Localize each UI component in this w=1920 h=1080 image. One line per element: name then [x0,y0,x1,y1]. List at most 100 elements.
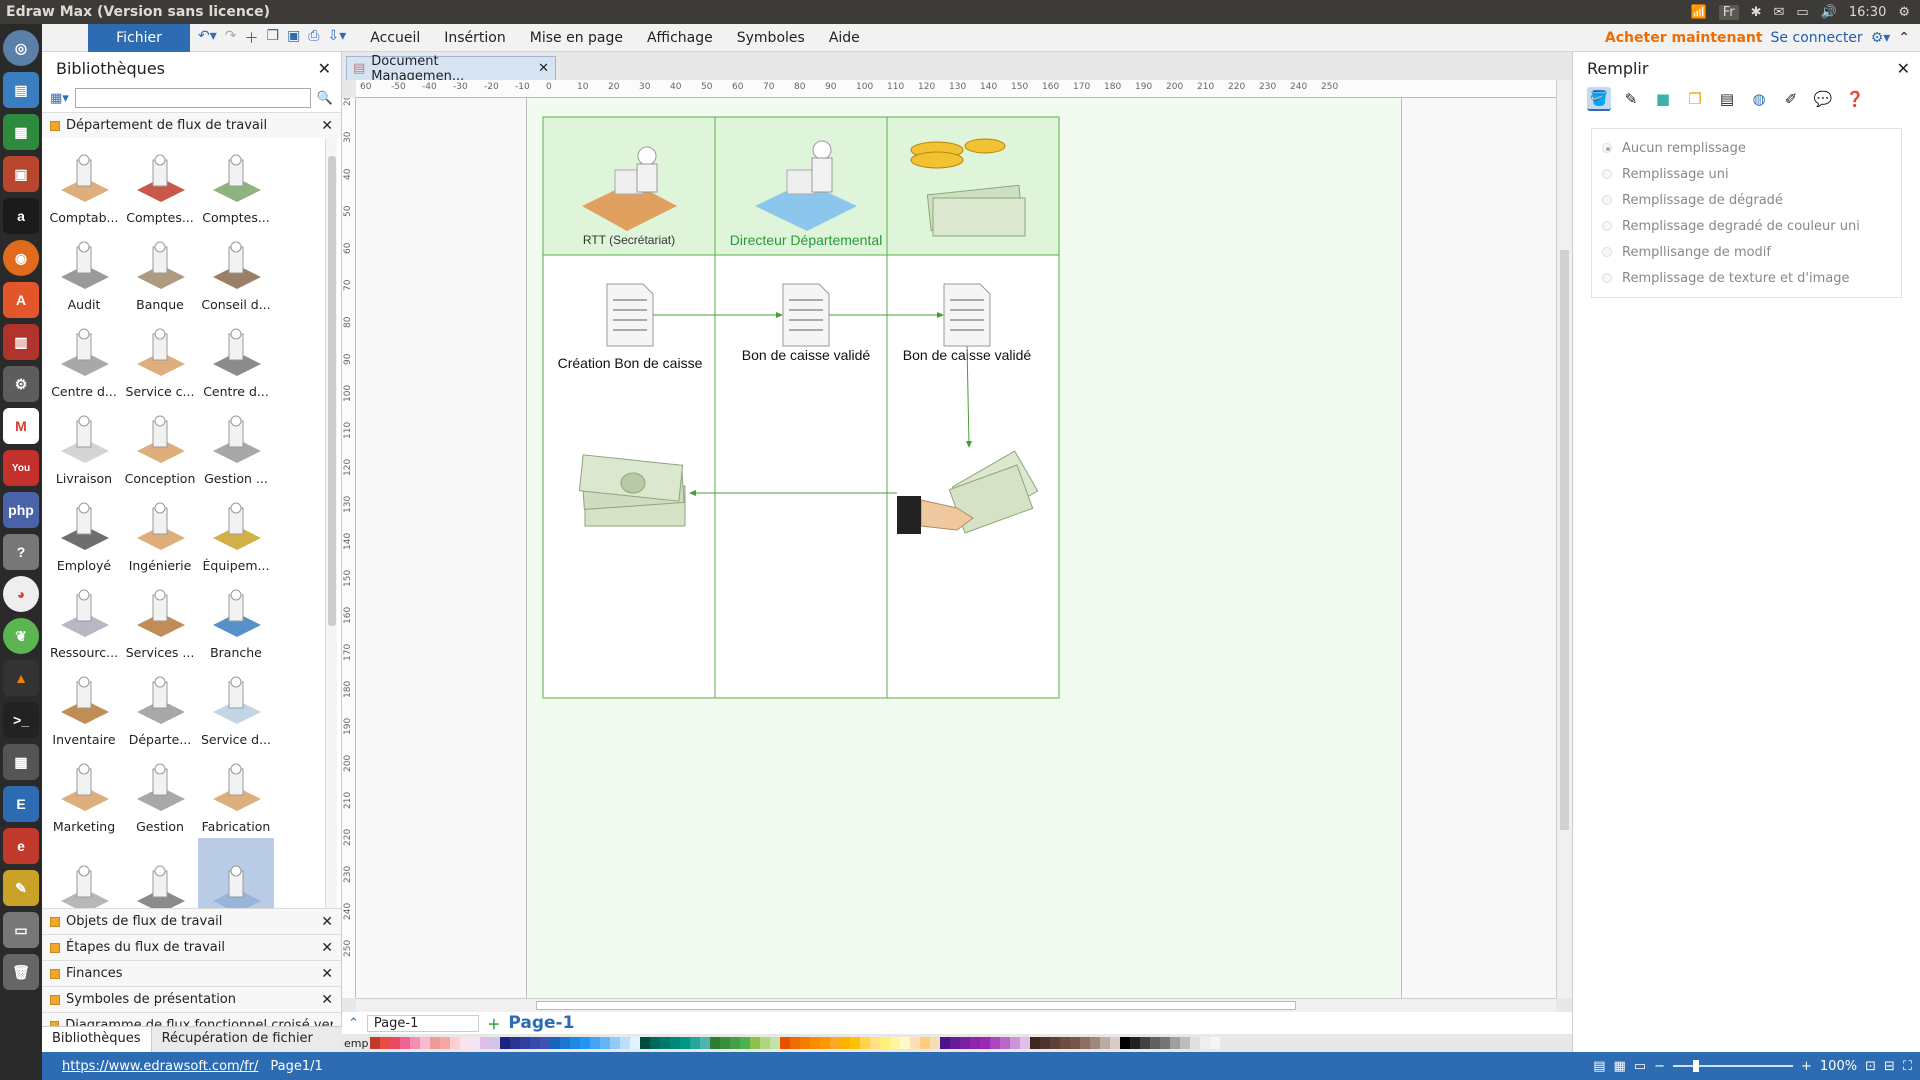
menu-symbols[interactable]: Symboles [737,30,805,46]
close-icon[interactable]: ✕ [321,966,333,982]
website-link[interactable]: https://www.edrawsoft.com/fr/ [62,1059,258,1074]
bluetooth-icon[interactable]: ✱ [1751,5,1762,20]
color-swatch[interactable] [900,1037,911,1049]
color-swatch[interactable] [650,1037,661,1049]
color-swatch[interactable] [660,1037,671,1049]
login-link[interactable]: Se connecter [1771,30,1863,46]
php-icon[interactable]: php [3,492,39,528]
new-icon[interactable]: ＋ [245,28,259,48]
color-swatch[interactable] [960,1037,971,1049]
color-swatch[interactable] [820,1037,831,1049]
app-icon[interactable]: e [3,828,39,864]
radio-button[interactable] [1602,143,1612,153]
line-pen-icon[interactable]: ✎ [1619,87,1643,111]
document-shape-3[interactable] [943,283,991,347]
tab-libraries[interactable]: Bibliothèques [42,1027,152,1052]
color-swatch[interactable] [810,1037,821,1049]
library-shape[interactable]: Employé [46,490,122,577]
color-swatch[interactable] [880,1037,891,1049]
color-swatch[interactable] [1040,1037,1051,1049]
color-swatch[interactable] [560,1037,571,1049]
library-shape[interactable]: Inventaire [46,664,122,751]
library-shape[interactable]: Ressourc... [46,577,122,664]
radio-button[interactable] [1602,221,1612,231]
color-swatch[interactable] [450,1037,461,1049]
color-swatch[interactable] [440,1037,451,1049]
library-shape[interactable] [198,838,274,908]
zoom-in-icon[interactable]: + [1801,1059,1812,1074]
color-swatch[interactable] [1050,1037,1061,1049]
color-swatch[interactable] [480,1037,491,1049]
writer-icon[interactable]: ▤ [3,72,39,108]
buy-now-link[interactable]: Acheter maintenant [1605,30,1763,46]
color-swatch[interactable] [750,1037,761,1049]
menu-page-layout[interactable]: Mise en page [530,30,623,46]
full-screen-icon[interactable]: ⛶ [1903,1059,1912,1074]
color-swatch[interactable] [1030,1037,1041,1049]
color-swatch[interactable] [570,1037,581,1049]
impress-icon[interactable]: ▣ [3,156,39,192]
library-shape[interactable]: Gestion ... [198,403,274,490]
chrome-icon[interactable]: ◕ [3,576,39,612]
color-swatch[interactable] [520,1037,531,1049]
options-gear-icon[interactable]: ⚙▾ [1871,30,1891,46]
radio-button[interactable] [1602,247,1612,257]
normal-view-icon[interactable]: ▤ [1593,1059,1605,1074]
color-swatch[interactable] [1110,1037,1121,1049]
fill-bucket-icon[interactable]: 🪣 [1587,87,1611,111]
library-shape[interactable]: Fabrication [198,751,274,838]
spring-icon[interactable]: ❦ [3,618,39,654]
library-search-input[interactable] [74,88,311,108]
radio-button[interactable] [1602,169,1612,179]
library-shape[interactable]: Gestion [122,751,198,838]
library-shape[interactable]: Comptes... [198,142,274,229]
wifi-icon[interactable]: 📶 [1691,5,1707,20]
category-header[interactable]: Étapes du flux de travail ✕ [42,934,341,960]
comment-icon[interactable]: 💬 [1811,87,1835,111]
calc-icon[interactable]: ▦ [3,114,39,150]
color-swatch[interactable] [720,1037,731,1049]
close-icon[interactable]: ✕ [1897,59,1910,78]
color-swatch[interactable] [850,1037,861,1049]
page-selector[interactable]: Page-1 [366,1014,480,1032]
library-shape[interactable]: Centre d... [198,316,274,403]
color-swatch[interactable] [860,1037,871,1049]
color-swatch[interactable] [400,1037,411,1049]
color-swatch[interactable] [730,1037,741,1049]
color-swatch[interactable] [430,1037,441,1049]
color-swatch[interactable] [1180,1037,1191,1049]
radio-button[interactable] [1602,273,1612,283]
menu-insertion[interactable]: Insértion [444,30,505,46]
color-swatch[interactable] [920,1037,931,1049]
document-shape-2[interactable] [782,283,830,347]
color-swatch[interactable] [690,1037,701,1049]
color-swatch[interactable] [410,1037,421,1049]
color-swatch[interactable] [1140,1037,1151,1049]
color-swatch[interactable] [1070,1037,1081,1049]
attachment-icon[interactable]: ✐ [1779,87,1803,111]
close-icon[interactable]: ✕ [538,61,549,76]
color-swatch[interactable] [990,1037,1001,1049]
color-swatch[interactable] [590,1037,601,1049]
document-tab[interactable]: ▤ Document Managemen... ✕ [346,54,556,84]
color-swatch[interactable] [1020,1037,1031,1049]
color-swatch[interactable] [740,1037,751,1049]
help-icon[interactable]: ? [3,534,39,570]
hyperlink-icon[interactable]: ◍ [1747,87,1771,111]
library-shape[interactable]: Conseil d... [198,229,274,316]
color-swatch[interactable] [1090,1037,1101,1049]
mail-icon[interactable]: ✉ [1773,5,1784,20]
clock[interactable]: 16:30 [1849,5,1886,20]
radio-button[interactable] [1602,195,1612,205]
fill-option-none[interactable]: Aucun remplissage [1602,135,1891,161]
keyboard-language[interactable]: Fr [1718,4,1739,20]
horizontal-scrollbar[interactable] [356,998,1556,1012]
chevron-up-icon[interactable]: ⌃ [348,1016,359,1031]
category-header-open[interactable]: Département de flux de travail ✕ [42,112,341,138]
redo-icon[interactable]: ↷ [225,28,237,48]
zoom-level[interactable]: 100% [1820,1059,1857,1074]
category-header[interactable]: Symboles de présentation ✕ [42,986,341,1012]
zoom-slider[interactable] [1673,1060,1793,1072]
color-swatch[interactable] [1200,1037,1211,1049]
scroll-thumb[interactable] [1560,250,1569,830]
